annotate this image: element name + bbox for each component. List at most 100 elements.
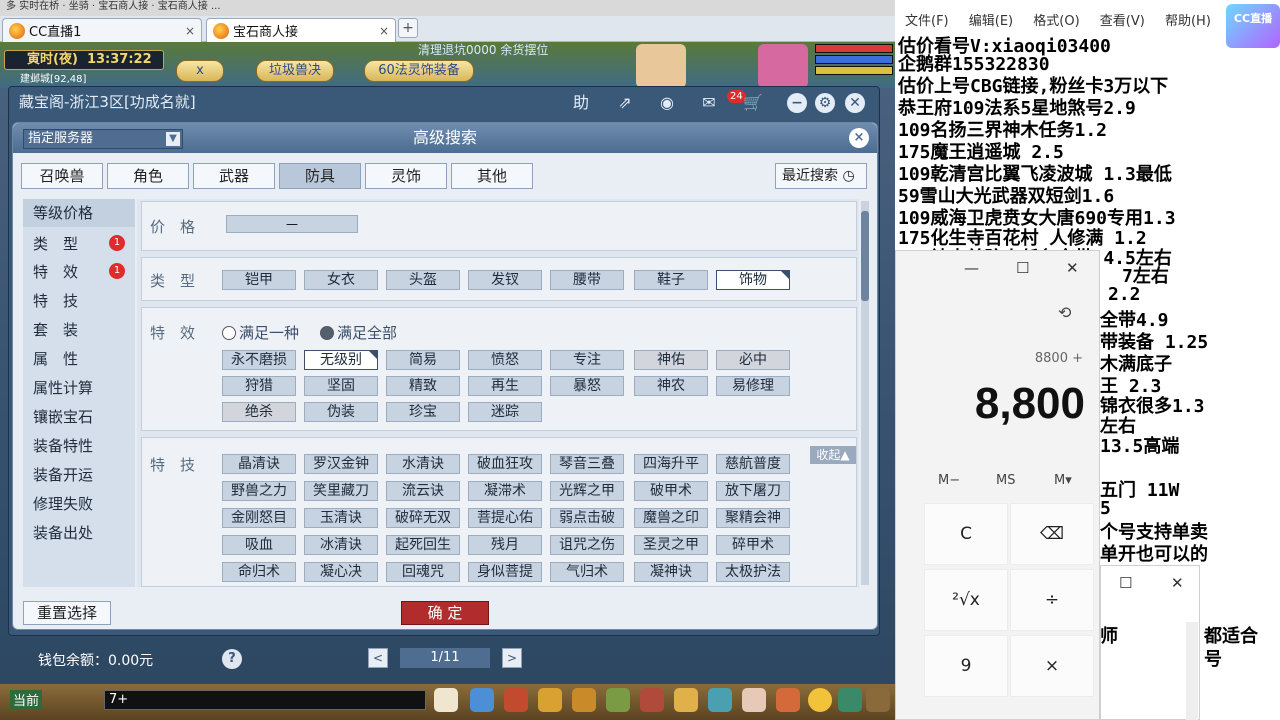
skill-chip[interactable]: 凝滞术 <box>468 481 542 501</box>
reset-button[interactable]: 重置选择 <box>23 601 111 625</box>
settings-icon[interactable]: ⚙ <box>815 93 835 113</box>
close-icon[interactable]: × <box>185 24 195 38</box>
effect-chip[interactable]: 神佑 <box>634 350 708 370</box>
hud-jewel-button[interactable]: 60法灵饰装备 <box>364 60 474 82</box>
skill-chip[interactable]: 水清诀 <box>386 454 460 474</box>
shell-icon[interactable] <box>776 688 800 712</box>
skill-chip[interactable]: 金刚怒目 <box>222 508 296 528</box>
effect-chip[interactable]: 易修理 <box>716 376 790 396</box>
skill-chip[interactable]: 慈航普度 <box>716 454 790 474</box>
effect-chip[interactable]: 迷踪 <box>468 402 542 422</box>
menu-view[interactable]: 查看(V) <box>1100 14 1145 29</box>
tab-pet[interactable]: 召唤兽 <box>21 163 103 189</box>
menu-icon[interactable] <box>838 688 862 712</box>
menu-file[interactable]: 文件(F) <box>905 14 949 29</box>
team-icon[interactable] <box>572 688 596 712</box>
radio-any[interactable]: 满足一种 <box>222 322 299 343</box>
effect-chip[interactable]: 狩猎 <box>222 376 296 396</box>
effect-chip[interactable]: 坚固 <box>304 376 378 396</box>
skill-chip[interactable]: 琴音三叠 <box>550 454 624 474</box>
close-button[interactable]: ✕ <box>1171 574 1184 592</box>
calc-minimize-button[interactable]: — <box>964 259 979 277</box>
prev-page-button[interactable]: < <box>368 648 388 668</box>
skill-chip[interactable]: 起死回生 <box>386 535 460 555</box>
smile-icon[interactable] <box>808 688 832 712</box>
menu-help[interactable]: 帮助(H) <box>1165 14 1211 29</box>
effect-chip[interactable]: 绝杀 <box>222 402 296 422</box>
sidebar-item-effect[interactable]: 特 效 <box>33 261 78 282</box>
content-scrollbar[interactable] <box>861 201 869 585</box>
share-icon[interactable]: ⇗ <box>613 91 637 115</box>
tab-gem-merchant[interactable]: 宝石商人接 × <box>206 18 396 42</box>
mem-minus-button[interactable]: M− <box>938 473 960 488</box>
system-icon[interactable] <box>866 688 890 712</box>
skill-chip[interactable]: 身似菩提 <box>468 562 542 582</box>
sidebar-item-gem[interactable]: 镶嵌宝石 <box>33 406 93 427</box>
player-avatar[interactable] <box>758 44 808 88</box>
skill-chip[interactable]: 回魂咒 <box>386 562 460 582</box>
skill-chip[interactable]: 吸血 <box>222 535 296 555</box>
skill-chip[interactable]: 凝心决 <box>304 562 378 582</box>
skill-chip[interactable]: 罗汉金钟 <box>304 454 378 474</box>
sword-icon[interactable] <box>470 688 494 712</box>
notepad-scrollbar[interactable] <box>1186 622 1198 720</box>
minimize-icon[interactable]: − <box>787 93 807 113</box>
sidebar-item-repair-fail[interactable]: 修理失败 <box>33 493 93 514</box>
collapse-button[interactable]: 收起▲ <box>810 446 856 464</box>
skill-chip[interactable]: 气归术 <box>550 562 624 582</box>
sidebar-item-skill[interactable]: 特 技 <box>33 290 78 311</box>
skill-chip[interactable]: 笑里藏刀 <box>304 481 378 501</box>
effect-chip[interactable]: 专注 <box>550 350 624 370</box>
effect-chip[interactable]: 神农 <box>634 376 708 396</box>
divide-button[interactable]: ÷ <box>1010 569 1094 631</box>
skill-chip[interactable]: 诅咒之伤 <box>550 535 624 555</box>
tab-accessory[interactable]: 灵饰 <box>365 163 447 189</box>
skill-chip[interactable]: 放下屠刀 <box>716 481 790 501</box>
calc-close-button[interactable]: ✕ <box>1066 259 1079 277</box>
skill-chip[interactable]: 晶清诀 <box>222 454 296 474</box>
confirm-button[interactable]: 确 定 <box>401 601 489 625</box>
type-chip[interactable]: 女衣 <box>304 270 378 290</box>
type-chip[interactable]: 头盔 <box>386 270 460 290</box>
skill-chip[interactable]: 破碎无双 <box>386 508 460 528</box>
chest-icon[interactable] <box>538 688 562 712</box>
skill-chip[interactable]: 弱点击破 <box>550 508 624 528</box>
sidebar-item-type[interactable]: 类 型 <box>33 233 78 254</box>
effect-chip[interactable]: 伪装 <box>304 402 378 422</box>
type-chip-selected[interactable]: 饰物 <box>716 270 790 290</box>
scroll-icon[interactable] <box>606 688 630 712</box>
effect-chip[interactable]: 暴怒 <box>550 376 624 396</box>
peach-icon[interactable] <box>742 688 766 712</box>
help-icon[interactable]: ? <box>222 649 242 669</box>
tab-cc-live[interactable]: CC直播1 × <box>2 18 202 42</box>
skill-chip[interactable]: 光辉之甲 <box>550 481 624 501</box>
price-range-input[interactable]: — <box>226 215 358 233</box>
effect-chip[interactable]: 珍宝 <box>386 402 460 422</box>
bell-icon[interactable] <box>674 688 698 712</box>
cart-icon[interactable]: 🛒 <box>741 91 765 115</box>
mem-list-button[interactable]: M▾ <box>1054 473 1072 488</box>
sidebar-item-trait[interactable]: 装备特性 <box>33 435 93 456</box>
sidebar-item-set[interactable]: 套 装 <box>33 319 78 340</box>
skill-chip[interactable]: 破血狂攻 <box>468 454 542 474</box>
effect-chip[interactable]: 必中 <box>716 350 790 370</box>
skill-chip[interactable]: 流云诀 <box>386 481 460 501</box>
multiply-button[interactable]: × <box>1010 635 1094 697</box>
message-icon[interactable]: ✉ <box>697 91 721 115</box>
skill-chip[interactable]: 四海升平 <box>634 454 708 474</box>
sidebar-item-origin[interactable]: 装备出处 <box>33 522 93 543</box>
recent-search-button[interactable]: 最近搜索 ◷ <box>775 163 867 189</box>
bag-icon[interactable] <box>504 688 528 712</box>
sqrt-button[interactable]: ²√x <box>924 569 1008 631</box>
gift-icon[interactable] <box>640 688 664 712</box>
type-chip[interactable]: 鞋子 <box>634 270 708 290</box>
skill-chip[interactable]: 太极护法 <box>716 562 790 582</box>
type-chip[interactable]: 腰带 <box>550 270 624 290</box>
clear-button[interactable]: C <box>924 503 1008 565</box>
effect-chip[interactable]: 再生 <box>468 376 542 396</box>
skill-chip[interactable]: 野兽之力 <box>222 481 296 501</box>
skill-chip[interactable]: 残月 <box>468 535 542 555</box>
skill-chip[interactable]: 碎甲术 <box>716 535 790 555</box>
pet-avatar[interactable] <box>636 44 686 88</box>
menu-edit[interactable]: 编辑(E) <box>969 14 1013 29</box>
